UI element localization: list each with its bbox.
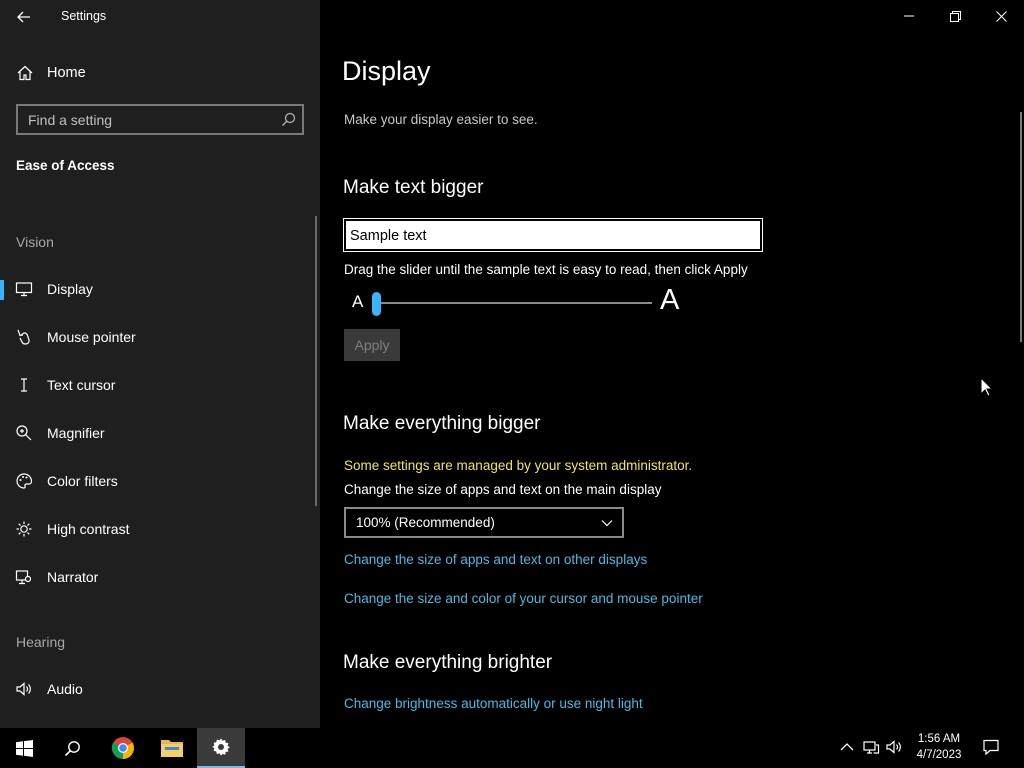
section-heading-text-bigger: Make text bigger — [343, 177, 484, 198]
search-field[interactable] — [16, 104, 304, 135]
back-arrow-icon — [17, 11, 30, 23]
volume-icon[interactable] — [885, 738, 903, 756]
sample-text: Sample text — [350, 228, 427, 244]
palette-icon — [16, 473, 33, 489]
sidebar-item-label: High contrast — [47, 521, 130, 537]
category-heading: Ease of Access — [16, 158, 115, 173]
sidebar-item-label: Audio — [47, 681, 83, 697]
slider-max-label: A — [660, 284, 680, 316]
text-size-slider-thumb[interactable] — [372, 292, 381, 316]
page-subtitle: Make your display easier to see. — [344, 112, 538, 127]
monitor-icon — [15, 282, 33, 297]
sidebar-item-narrator[interactable]: Narrator — [0, 557, 318, 597]
group-label-vision: Vision — [16, 234, 54, 250]
slider-min-label: A — [352, 292, 364, 311]
search-icon — [64, 740, 80, 756]
contrast-icon — [16, 521, 32, 537]
section-heading-everything-bigger: Make everything bigger — [343, 413, 541, 434]
settings-sidebar: Settings Home Ease of Access Vision Disp… — [0, 0, 320, 728]
minimize-icon — [904, 15, 914, 17]
sidebar-item-magnifier[interactable]: Magnifier — [0, 413, 318, 453]
chrome-icon — [111, 737, 134, 759]
app-title: Settings — [61, 9, 107, 23]
link-cursor-size[interactable]: Change the size and color of your cursor… — [344, 591, 703, 606]
notification-center-icon[interactable] — [982, 738, 1000, 756]
sidebar-item-text-cursor[interactable]: Text cursor — [0, 365, 318, 405]
settings-icon — [212, 738, 230, 756]
home-icon — [17, 65, 33, 81]
start-icon — [15, 739, 33, 757]
mouse-cursor-icon — [980, 377, 993, 397]
magnifier-icon — [16, 425, 32, 441]
apply-button[interactable]: Apply — [344, 329, 400, 361]
minimize-button[interactable] — [886, 0, 932, 32]
group-label-hearing: Hearing — [16, 634, 66, 650]
taskbar-chrome-button[interactable] — [99, 728, 147, 768]
sidebar-item-mouse-pointer[interactable]: Mouse pointer — [0, 317, 318, 357]
slider-help-text: Drag the slider until the sample text is… — [344, 262, 748, 277]
chevron-down-icon — [601, 520, 613, 527]
sidebar-item-label: Display — [47, 281, 93, 297]
section-heading-everything-brighter: Make everything brighter — [343, 652, 553, 673]
search-icon[interactable] — [281, 112, 296, 127]
start-button[interactable] — [0, 728, 48, 768]
narrator-icon — [15, 570, 32, 585]
sidebar-titlebar: Settings — [0, 0, 320, 32]
taskbar-clock[interactable]: 1:56 AM 4/7/2023 — [908, 731, 970, 763]
speaker-icon — [16, 682, 31, 696]
text-cursor-icon — [21, 378, 27, 392]
scale-dropdown-value: 100% (Recommended) — [356, 515, 495, 530]
taskbar-settings-button[interactable] — [197, 728, 245, 768]
restore-button[interactable] — [932, 0, 978, 32]
sidebar-item-label: Text cursor — [47, 377, 116, 393]
selection-indicator — [0, 280, 4, 300]
network-icon[interactable] — [862, 738, 880, 756]
taskbar-file-explorer-button[interactable] — [148, 728, 196, 768]
link-other-displays[interactable]: Change the size of apps and text on othe… — [344, 552, 647, 567]
sidebar-item-display[interactable]: Display — [0, 269, 318, 309]
sidebar-item-label: Home — [47, 65, 86, 81]
clock-date: 4/7/2023 — [916, 749, 962, 761]
sidebar-item-label: Narrator — [47, 569, 99, 585]
main-scrollbar[interactable] — [1020, 112, 1022, 342]
scale-dropdown[interactable]: 100% (Recommended) — [344, 507, 624, 538]
admin-managed-notice: Some settings are managed by your system… — [344, 458, 693, 473]
sidebar-item-label: Mouse pointer — [47, 329, 136, 345]
page-title: Display — [342, 56, 431, 86]
taskbar: 1:56 AM 4/7/2023 — [0, 728, 1024, 768]
mouse-pointer-icon — [17, 329, 30, 345]
scale-dropdown-label: Change the size of apps and text on the … — [344, 482, 662, 497]
close-icon — [995, 10, 1007, 22]
sidebar-scrollbar[interactable] — [315, 216, 317, 506]
sidebar-item-label: Color filters — [47, 473, 118, 489]
main-content: Display Make your display easier to see.… — [320, 0, 1024, 728]
clock-time: 1:56 AM — [917, 733, 961, 745]
taskbar-search-button[interactable] — [48, 728, 96, 768]
search-input[interactable] — [18, 106, 268, 133]
close-button[interactable] — [978, 0, 1024, 32]
sample-text-preview: Sample text — [343, 218, 763, 252]
restore-icon — [949, 10, 961, 22]
back-button[interactable] — [10, 6, 38, 28]
file-explorer-icon — [161, 740, 183, 757]
link-brightness-night-light[interactable]: Change brightness automatically or use n… — [344, 696, 643, 711]
sidebar-item-high-contrast[interactable]: High contrast — [0, 509, 318, 549]
sidebar-item-audio[interactable]: Audio — [0, 669, 318, 709]
chevron-up-icon[interactable] — [838, 738, 856, 756]
sidebar-item-color-filters[interactable]: Color filters — [0, 461, 318, 501]
sidebar-item-home[interactable]: Home — [0, 58, 320, 88]
sidebar-item-label: Magnifier — [47, 425, 105, 441]
text-size-slider-track[interactable] — [376, 302, 652, 304]
